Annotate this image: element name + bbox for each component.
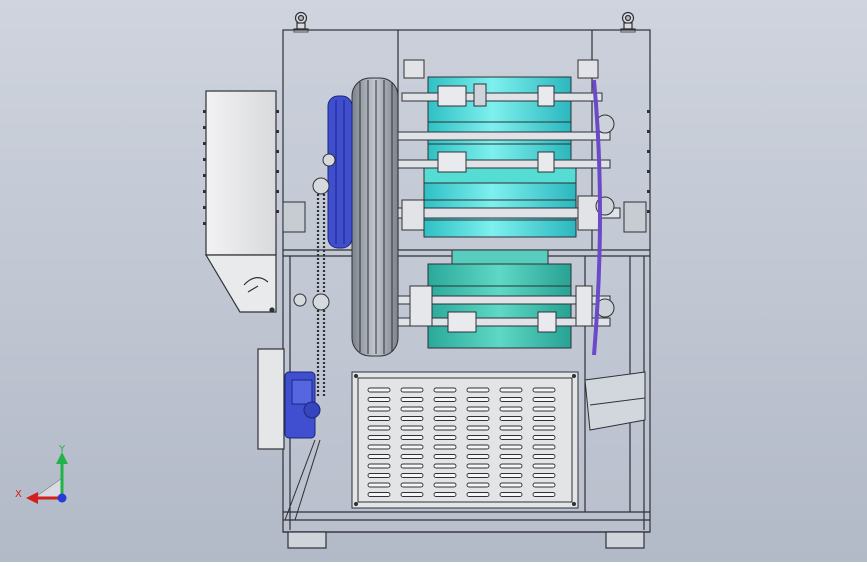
louver-slot: [367, 406, 391, 412]
foot-right: [605, 531, 645, 549]
louver-slot: [466, 416, 490, 421]
louver-slot: [400, 397, 424, 402]
louver-slot: [433, 473, 457, 478]
louver-slot: [400, 387, 424, 393]
louver-slot: [367, 482, 391, 488]
louver-slot: [532, 435, 556, 440]
v-belt-pulley: [351, 77, 399, 357]
louver-slot: [466, 492, 490, 497]
louver-slot: [433, 387, 457, 393]
louver-slot: [499, 397, 523, 402]
louver-slot: [433, 492, 457, 497]
louver-slot: [367, 463, 391, 469]
louver-slot: [433, 425, 457, 431]
cad-viewport[interactable]: Y X: [0, 0, 867, 562]
louver-slot: [367, 425, 391, 431]
louver-slot: [499, 416, 523, 421]
louver-slot: [466, 435, 490, 440]
louver-slot: [400, 473, 424, 478]
louver-slot: [532, 387, 556, 393]
louver-slot: [532, 406, 556, 412]
louver-slot: [367, 435, 391, 440]
louver-slot: [400, 435, 424, 440]
triad-y-label: Y: [58, 444, 66, 455]
louver-slot: [532, 473, 556, 478]
machine-assembly-drawing: Y X: [0, 0, 867, 562]
louver-slot: [466, 406, 490, 412]
louver-slot: [532, 444, 556, 450]
louver-slot: [532, 425, 556, 431]
louver-slot: [367, 416, 391, 421]
control-box: [257, 348, 285, 450]
louver-slot: [499, 454, 523, 459]
louver-slot: [466, 444, 490, 450]
louver-slot: [466, 387, 490, 393]
louver-slot: [466, 454, 490, 459]
louver-slot: [499, 463, 523, 469]
louver-slot: [367, 473, 391, 478]
triad-z-axis: [57, 493, 67, 503]
louver-slot: [532, 416, 556, 421]
louver-slot: [400, 444, 424, 450]
louver-slot: [466, 473, 490, 478]
louver-slot: [367, 387, 391, 393]
louver-slot: [400, 463, 424, 469]
louver-slot: [532, 463, 556, 469]
louver-slot: [433, 406, 457, 412]
rotor-middle: [423, 164, 577, 238]
triad-x-label: X: [15, 489, 22, 500]
motor-pulley-blue: [327, 95, 353, 249]
louver-slot: [433, 454, 457, 459]
louver-slot: [499, 425, 523, 431]
louver-slot: [532, 454, 556, 459]
louver-slot: [499, 387, 523, 393]
louver-slot: [466, 397, 490, 402]
foot-left: [287, 531, 327, 549]
louver-slot: [400, 482, 424, 488]
louver-slot: [499, 406, 523, 412]
louver-slot: [499, 482, 523, 488]
louver-slot: [499, 435, 523, 440]
louver-slot: [433, 482, 457, 488]
louver-slot: [400, 416, 424, 421]
louver-slot: [499, 473, 523, 478]
louver-slot: [466, 463, 490, 469]
louver-slot: [433, 397, 457, 402]
louver-slot: [532, 492, 556, 497]
louver-slot: [466, 482, 490, 488]
gear-motor: [284, 371, 321, 439]
louver-slot: [400, 492, 424, 497]
louver-slot: [400, 425, 424, 431]
louver-slot: [466, 425, 490, 431]
louver-slot: [532, 482, 556, 488]
louver-slot: [532, 397, 556, 402]
louver-slot: [433, 444, 457, 450]
louver-slot: [499, 492, 523, 497]
louver-slot: [400, 454, 424, 459]
louver-slot: [367, 444, 391, 450]
louver-slot: [367, 397, 391, 402]
discharge-chute: [584, 371, 646, 431]
louver-slot: [433, 416, 457, 421]
louver-slot: [433, 435, 457, 440]
louver-slot: [433, 463, 457, 469]
louver-slot: [400, 406, 424, 412]
louver-slot: [367, 454, 391, 459]
louver-slot: [499, 444, 523, 450]
louver-slot: [367, 492, 391, 497]
